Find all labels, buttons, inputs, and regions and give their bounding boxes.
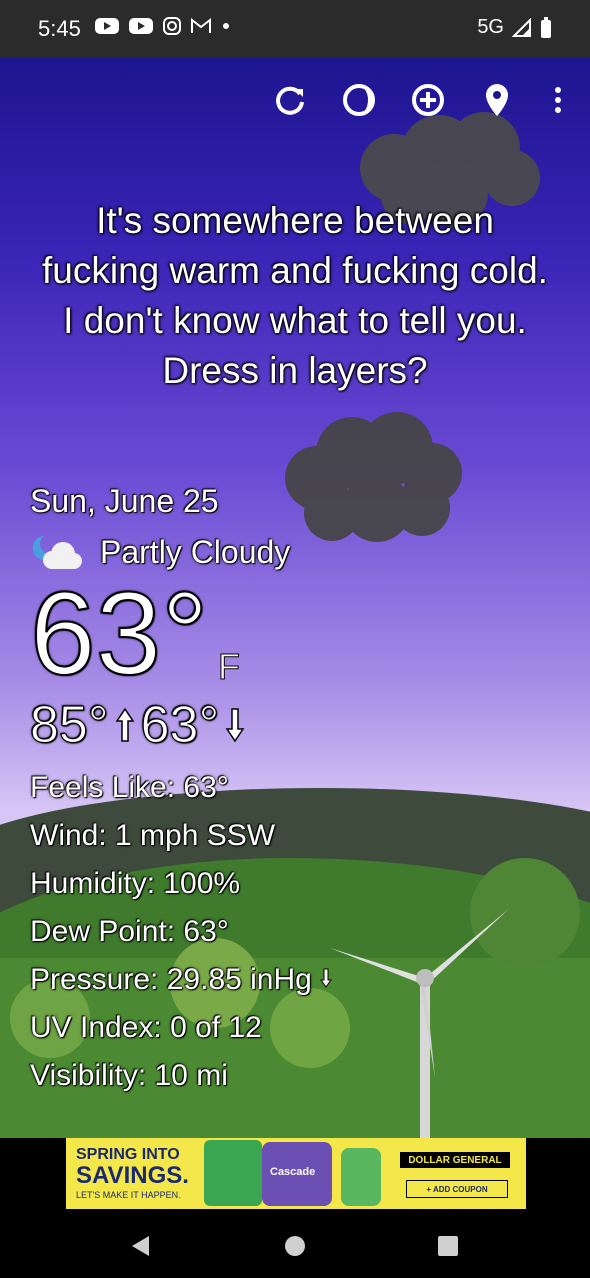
feels-like-label: Feels Like:: [30, 771, 176, 804]
instagram-icon: [163, 17, 181, 35]
notification-icons: [94, 16, 232, 36]
theme-button[interactable]: [337, 78, 381, 122]
temperature-unit[interactable]: F: [218, 646, 241, 688]
ad-product-image: Cascade: [262, 1142, 332, 1206]
dew-point-label: Dew Point:: [30, 915, 176, 948]
cloud-middle: [285, 412, 462, 542]
current-temperature: 63°: [29, 568, 209, 700]
arrow-down-icon: [225, 708, 245, 743]
ad-creative[interactable]: SPRING INTO SAVINGS. LET'S MAKE IT HAPPE…: [66, 1138, 526, 1209]
pressure-value: 29.85 inHg: [166, 963, 312, 996]
more-vert-icon: [555, 87, 561, 113]
recents-button[interactable]: [432, 1230, 464, 1262]
status-bar: 5:45 5G: [0, 0, 590, 58]
wind-turbine: [330, 908, 510, 1138]
status-right: 5G: [477, 16, 552, 39]
high-temp: 85°: [30, 696, 110, 755]
add-coupon-button[interactable]: + ADD COUPON: [406, 1180, 508, 1198]
youtube-icon: [129, 18, 153, 34]
signal-icon: [512, 17, 531, 37]
location-pin-icon: [486, 84, 508, 116]
refresh-button[interactable]: [268, 78, 312, 122]
feels-like-row: Feels Like: 63°: [30, 764, 332, 812]
uv-index-label: UV Index:: [30, 1011, 162, 1044]
ad-product-label: Cascade: [270, 1166, 316, 1178]
back-button[interactable]: [124, 1230, 156, 1262]
ad-product-image: [204, 1140, 262, 1206]
humidity-row: Humidity: 100%: [30, 860, 332, 908]
recents-icon: [438, 1236, 458, 1256]
condition-text: Partly Cloudy: [100, 533, 291, 570]
dot-icon: [223, 23, 229, 29]
wind-row: Wind: 1 mph SSW: [30, 812, 332, 860]
theme-icon: [343, 84, 375, 116]
uv-index-row: UV Index: 0 of 12: [30, 1004, 332, 1052]
dew-point-value: 63°: [183, 915, 229, 948]
refresh-icon: [276, 86, 304, 115]
partly-cloudy-night-icon: [32, 536, 82, 569]
wind-label: Wind:: [30, 819, 107, 852]
high-low: 85° 63°: [30, 695, 245, 755]
uv-index-value: 0 of 12: [170, 1011, 262, 1044]
toolbar: [0, 78, 590, 122]
visibility-value: 10 mi: [154, 1059, 228, 1092]
wind-value: 1 mph SSW: [115, 819, 276, 852]
gmail-icon: [191, 17, 211, 33]
pressure-row: Pressure: 29.85 inHg: [30, 956, 333, 1004]
visibility-label: Visibility:: [30, 1059, 147, 1092]
arrow-up-icon: [115, 707, 135, 742]
feels-like-value: 63°: [183, 771, 229, 804]
home-button[interactable]: [279, 1230, 311, 1262]
weather-headline: It's somewhere between fucking warm and …: [42, 200, 548, 391]
back-icon: [132, 1236, 149, 1256]
ad-headline-2: SAVINGS.: [76, 1162, 189, 1189]
weather-condition: Partly Cloudy: [30, 532, 290, 572]
low-temp: 63°: [140, 696, 220, 755]
forecast-date: Sun, June 25: [30, 483, 219, 519]
humidity-label: Humidity:: [30, 867, 156, 900]
network-type: 5G: [477, 16, 504, 38]
add-location-button[interactable]: [406, 78, 450, 122]
ad-product-image: [341, 1148, 381, 1206]
location-button[interactable]: [475, 78, 519, 122]
humidity-value: 100%: [163, 867, 241, 900]
ad-banner: SPRING INTO SAVINGS. LET'S MAKE IT HAPPE…: [0, 1138, 590, 1214]
pressure-label: Pressure:: [30, 963, 159, 996]
status-time: 5:45: [38, 16, 81, 41]
visibility-row: Visibility: 10 mi: [30, 1052, 332, 1100]
weather-details: Feels Like: 63° Wind: 1 mph SSW Humidity…: [30, 764, 333, 1100]
ad-tagline: LET'S MAKE IT HAPPEN.: [76, 1190, 181, 1200]
home-icon: [285, 1236, 305, 1256]
dew-point-row: Dew Point: 63°: [30, 908, 332, 956]
youtube-icon: [95, 18, 119, 34]
navigation-bar: [0, 1214, 590, 1278]
more-options-button[interactable]: [536, 78, 580, 122]
battery-icon: [541, 16, 551, 38]
add-location-icon: [412, 84, 444, 116]
pressure-falling-icon: [320, 968, 333, 988]
ad-brand: DOLLAR GENERAL: [400, 1152, 510, 1168]
